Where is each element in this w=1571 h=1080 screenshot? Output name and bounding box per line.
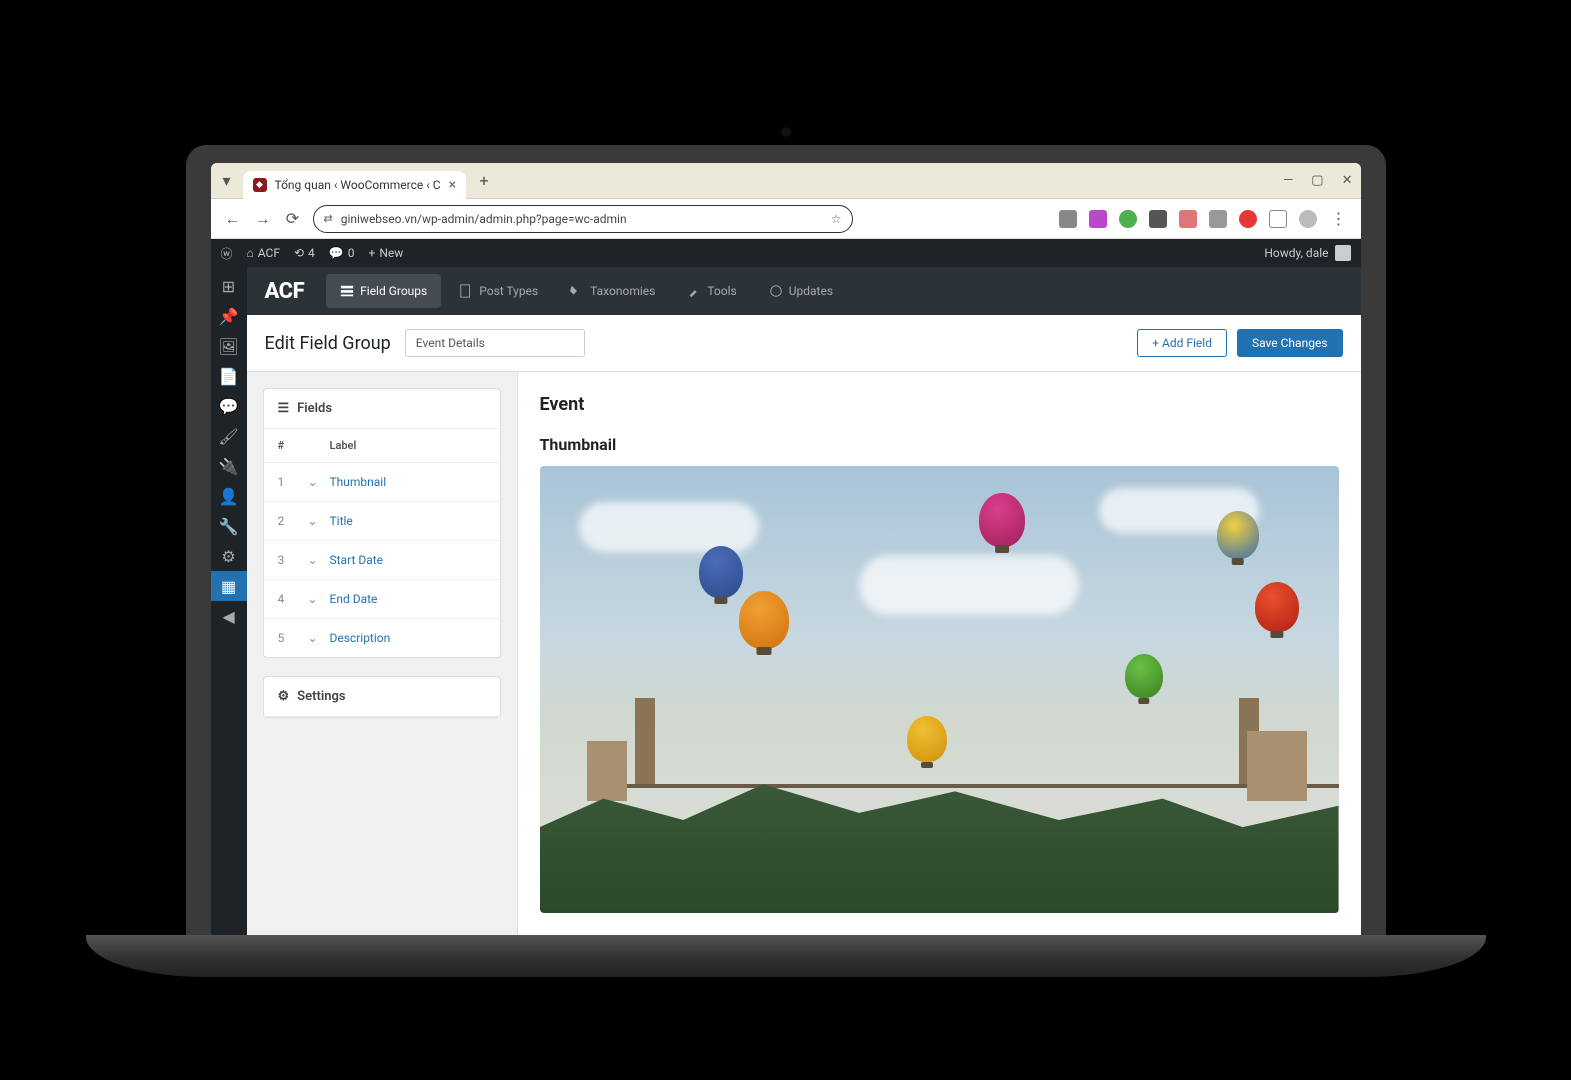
- pages-menu-icon[interactable]: 📄: [211, 361, 247, 391]
- comments-link[interactable]: 💬 0: [329, 246, 355, 260]
- settings-panel: ⚙ Settings: [263, 676, 501, 718]
- page-header: Edit Field Group + Add Field Save Change…: [247, 315, 1361, 372]
- nav-tools[interactable]: Tools: [673, 274, 750, 308]
- extension-icon[interactable]: [1239, 210, 1257, 228]
- field-group-title-input[interactable]: [405, 329, 585, 357]
- bookmark-icon[interactable]: ☆: [831, 212, 842, 226]
- nav-updates[interactable]: Updates: [755, 274, 847, 308]
- chevron-down-icon[interactable]: ⌄: [308, 514, 330, 528]
- field-label-link[interactable]: Description: [330, 631, 391, 645]
- field-label-link[interactable]: Title: [330, 514, 353, 528]
- chevron-down-icon[interactable]: ⌄: [308, 592, 330, 606]
- back-button[interactable]: ←: [223, 209, 243, 229]
- save-changes-button[interactable]: Save Changes: [1237, 329, 1343, 357]
- address-bar[interactable]: ⇄ giniwebseo.vn/wp-admin/admin.php?page=…: [313, 205, 853, 233]
- fields-panel: ☰ Fields # Label 1 ⌄ Thumbn: [263, 388, 501, 658]
- tools-icon: [687, 284, 701, 298]
- fields-panel-icon: ☰: [278, 401, 290, 416]
- close-window-icon[interactable]: ✕: [1342, 173, 1353, 188]
- gear-icon: ⚙: [278, 689, 290, 704]
- field-label-link[interactable]: Thumbnail: [330, 475, 387, 489]
- extension-icon[interactable]: [1059, 210, 1077, 228]
- plugins-menu-icon[interactable]: 🔌: [211, 451, 247, 481]
- post-types-icon: [459, 284, 473, 298]
- wp-logo-icon[interactable]: ⓦ: [221, 245, 233, 262]
- extension-icon[interactable]: [1149, 210, 1167, 228]
- extension-icon[interactable]: [1179, 210, 1197, 228]
- field-groups-icon: [340, 284, 354, 298]
- tab-title: Tổng quan ‹ WooCommerce ‹ C: [275, 178, 441, 192]
- reload-button[interactable]: ⟳: [283, 209, 303, 229]
- acf-header: ACF Field Groups Post Types Taxonomies: [247, 267, 1361, 315]
- chevron-down-icon[interactable]: ⌄: [308, 475, 330, 489]
- user-avatar-icon[interactable]: [1335, 245, 1351, 261]
- maximize-window-icon[interactable]: ▢: [1311, 173, 1323, 188]
- updates-link[interactable]: ⟲ 4: [294, 246, 315, 260]
- field-row[interactable]: 1 ⌄ Thumbnail: [264, 463, 500, 502]
- field-row[interactable]: 4 ⌄ End Date: [264, 580, 500, 619]
- preview-panel: Event Thumbnail: [517, 372, 1361, 935]
- acf-menu-icon[interactable]: ▦: [211, 571, 247, 601]
- settings-menu-icon[interactable]: ⚙: [211, 541, 247, 571]
- acf-logo: ACF: [265, 279, 305, 304]
- nav-taxonomies[interactable]: Taxonomies: [556, 274, 669, 308]
- close-tab-icon[interactable]: ×: [449, 177, 456, 193]
- chevron-down-icon[interactable]: ⌄: [308, 631, 330, 645]
- browser-tab-bar: ▾ ◆ Tổng quan ‹ WooCommerce ‹ C × + — ▢ …: [211, 163, 1361, 199]
- users-menu-icon[interactable]: 👤: [211, 481, 247, 511]
- url-text: giniwebseo.vn/wp-admin/admin.php?page=wc…: [341, 212, 627, 226]
- extensions-menu-icon[interactable]: [1269, 210, 1287, 228]
- comments-menu-icon[interactable]: 💬: [211, 391, 247, 421]
- tab-favicon-icon: ◆: [253, 178, 267, 192]
- thumbnail-image[interactable]: [540, 466, 1339, 913]
- wp-admin-menu: ⊞ 📌 🖼 📄 💬 🖌 🔌 👤 🔧 ⚙ ▦ ◀: [211, 267, 247, 935]
- appearance-menu-icon[interactable]: 🖌: [211, 421, 247, 451]
- fields-panel-title: Fields: [297, 401, 332, 416]
- field-label-link[interactable]: End Date: [330, 592, 378, 606]
- wp-admin-bar: ⓦ ⌂ ACF ⟲ 4 💬 0 + New Howdy, dale: [211, 239, 1361, 267]
- col-label: Label: [330, 439, 357, 452]
- tab-search-dropdown[interactable]: ▾: [219, 173, 235, 189]
- minimize-window-icon[interactable]: —: [1283, 173, 1293, 188]
- settings-panel-title: Settings: [297, 689, 345, 704]
- browser-toolbar: ← → ⟳ ⇄ giniwebseo.vn/wp-admin/admin.php…: [211, 199, 1361, 239]
- chevron-down-icon[interactable]: ⌄: [308, 553, 330, 567]
- tools-menu-icon[interactable]: 🔧: [211, 511, 247, 541]
- extension-icon[interactable]: [1119, 210, 1137, 228]
- nav-field-groups[interactable]: Field Groups: [326, 274, 441, 308]
- nav-post-types[interactable]: Post Types: [445, 274, 552, 308]
- field-row[interactable]: 2 ⌄ Title: [264, 502, 500, 541]
- field-row[interactable]: 5 ⌄ Description: [264, 619, 500, 657]
- add-field-button[interactable]: + Add Field: [1137, 329, 1227, 357]
- col-number: #: [278, 439, 308, 452]
- site-info-icon[interactable]: ⇄: [324, 212, 333, 225]
- thumbnail-field-label: Thumbnail: [540, 435, 1339, 454]
- chrome-menu-icon[interactable]: ⋮: [1329, 209, 1349, 229]
- updates-icon: [769, 284, 783, 298]
- new-tab-button[interactable]: +: [472, 169, 496, 193]
- new-content-link[interactable]: + New: [369, 246, 404, 260]
- preview-heading: Event: [540, 394, 1339, 415]
- howdy-text[interactable]: Howdy, dale: [1264, 246, 1328, 260]
- posts-menu-icon[interactable]: 📌: [211, 301, 247, 331]
- field-label-link[interactable]: Start Date: [330, 553, 384, 567]
- page-title: Edit Field Group: [265, 333, 391, 354]
- dashboard-menu-icon[interactable]: ⊞: [211, 271, 247, 301]
- taxonomies-icon: [570, 284, 584, 298]
- field-row[interactable]: 3 ⌄ Start Date: [264, 541, 500, 580]
- extension-icon[interactable]: [1209, 210, 1227, 228]
- browser-tab[interactable]: ◆ Tổng quan ‹ WooCommerce ‹ C ×: [243, 171, 467, 199]
- media-menu-icon[interactable]: 🖼: [211, 331, 247, 361]
- site-name-link[interactable]: ⌂ ACF: [247, 246, 280, 260]
- extension-icon[interactable]: [1089, 210, 1107, 228]
- collapse-menu-icon[interactable]: ◀: [211, 601, 247, 631]
- profile-avatar-icon[interactable]: [1299, 210, 1317, 228]
- forward-button[interactable]: →: [253, 209, 273, 229]
